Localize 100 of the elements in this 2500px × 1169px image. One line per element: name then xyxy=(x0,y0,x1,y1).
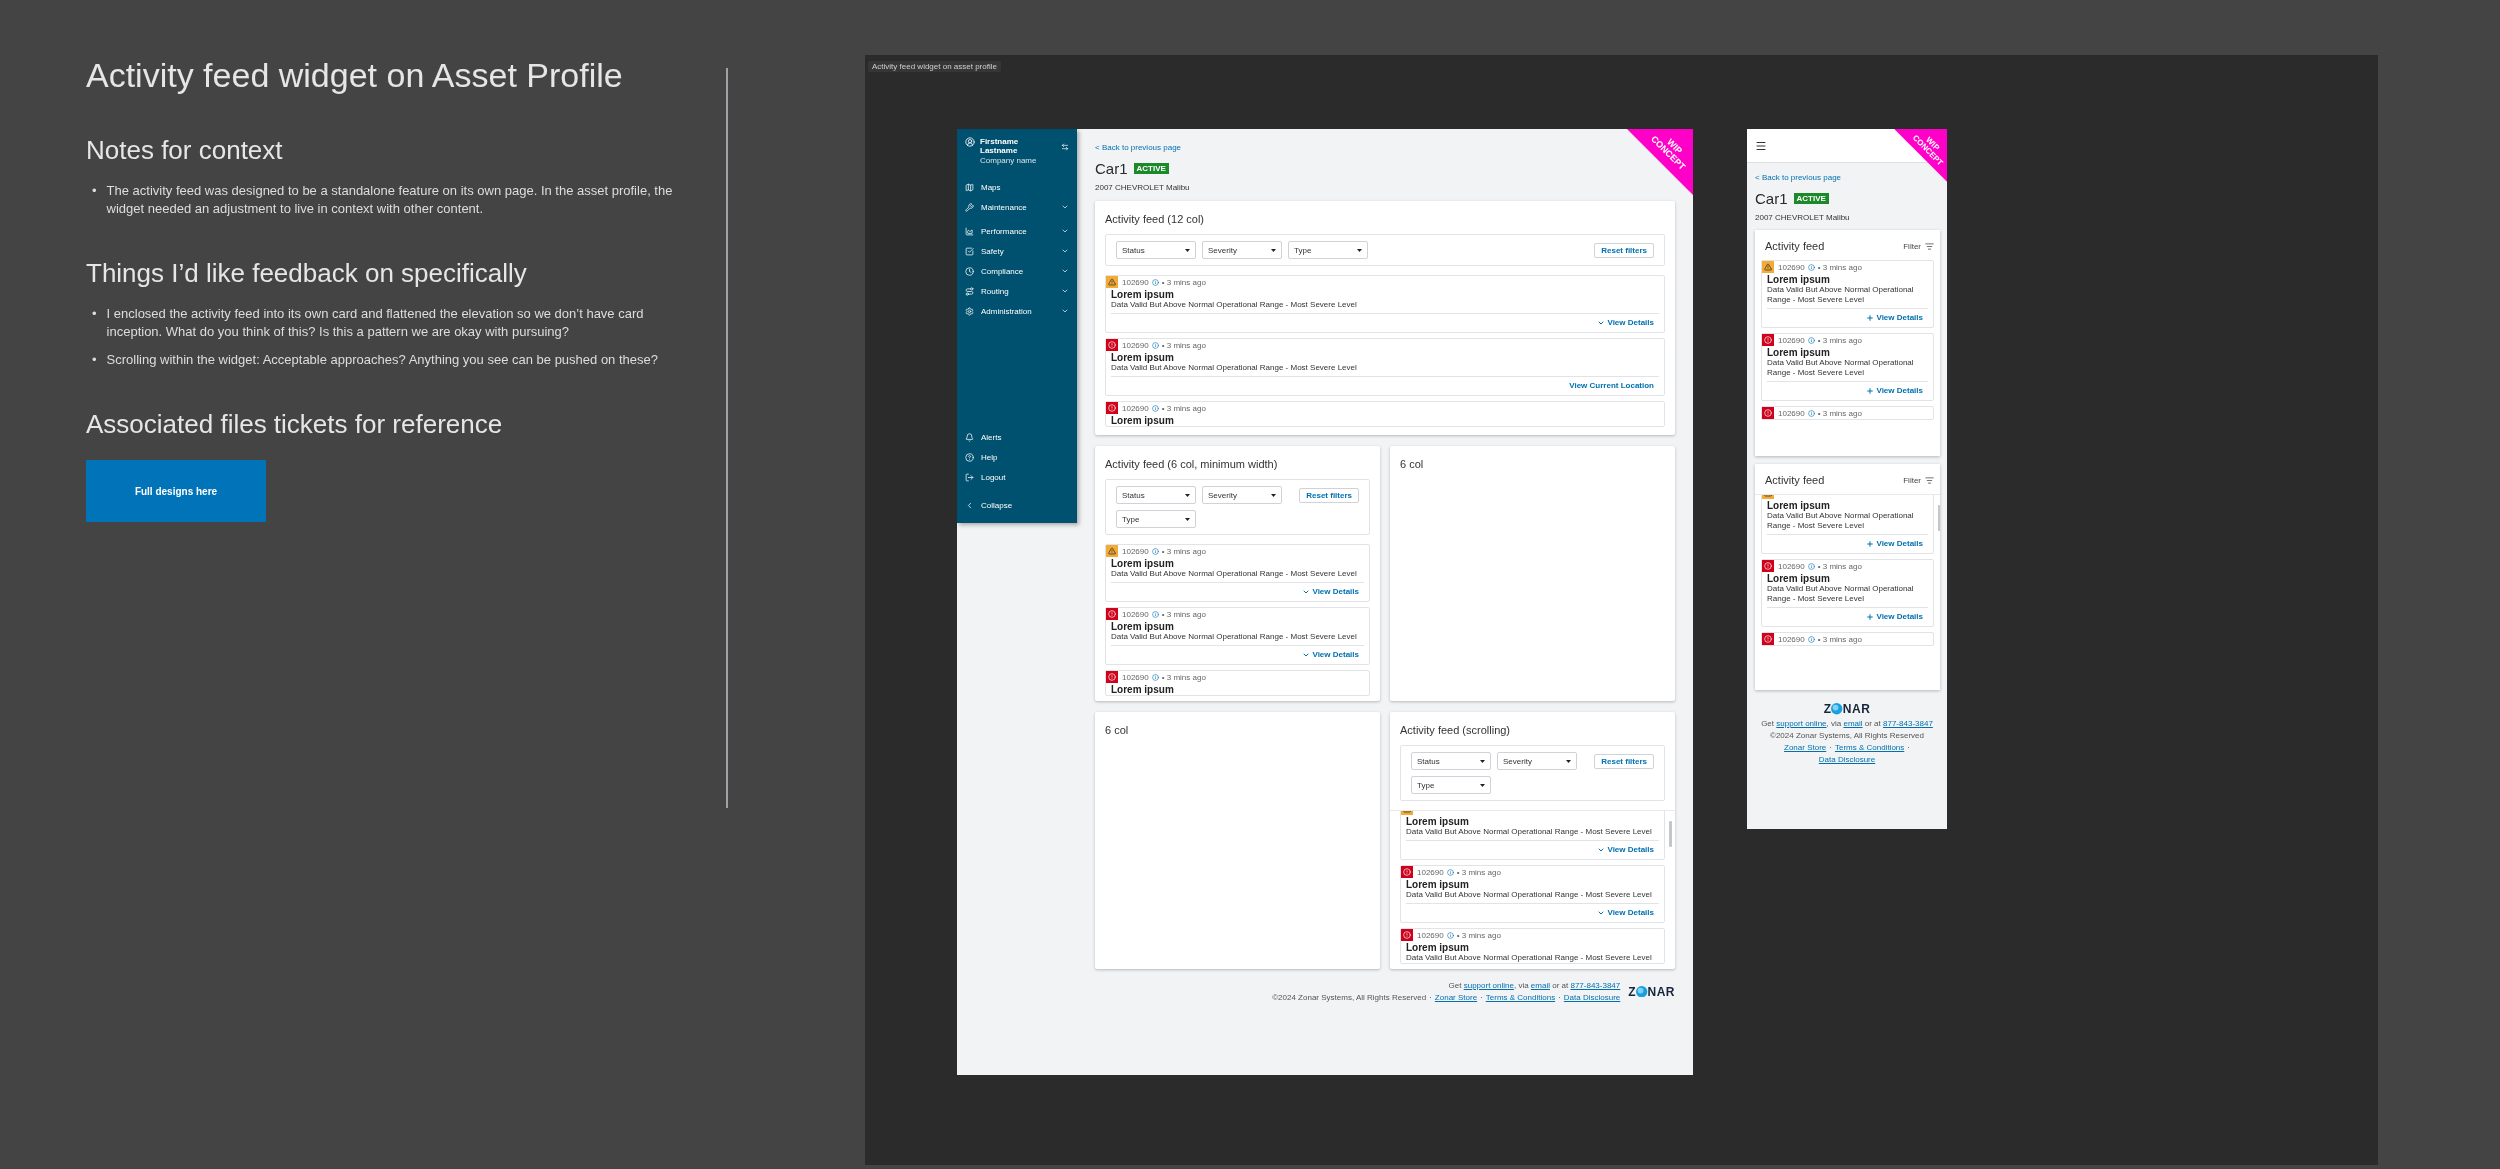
footer-link[interactable]: 877-843-3847 xyxy=(1570,981,1621,990)
caret-icon xyxy=(1480,783,1485,787)
info-icon[interactable] xyxy=(1807,635,1815,643)
event-title: Lorem ipsum xyxy=(1111,621,1175,632)
footer-link[interactable]: Terms & Conditions xyxy=(1485,993,1556,1002)
menu-icon[interactable] xyxy=(1755,139,1767,152)
action-link[interactable]: View Current Location xyxy=(1569,381,1654,390)
info-icon[interactable] xyxy=(1151,404,1159,412)
info-icon[interactable] xyxy=(1151,547,1159,555)
filter-dropdown[interactable]: Type xyxy=(1116,510,1196,528)
scrollbar-thumb[interactable] xyxy=(1669,821,1672,847)
reset-filters-button[interactable]: Reset filters xyxy=(1594,242,1654,258)
nav-item[interactable]: Maps xyxy=(965,177,1069,197)
reset-filters-button[interactable]: Reset filters xyxy=(1299,487,1359,503)
filter-dropdown[interactable]: Status xyxy=(1116,241,1196,259)
nav-item[interactable]: Performance xyxy=(965,221,1069,241)
collapse-button[interactable]: Collapse xyxy=(965,495,1069,515)
swap-icon[interactable] xyxy=(1061,143,1069,151)
card-title: Activity feed (6 col, minimum width) xyxy=(1105,458,1279,470)
nav-item[interactable]: Routing xyxy=(965,281,1069,301)
footer-link[interactable]: support online xyxy=(1463,981,1514,990)
action-link[interactable]: View Details xyxy=(1302,650,1359,659)
action-link[interactable]: View Details xyxy=(1302,587,1359,596)
footer-link[interactable]: Terms & Conditions xyxy=(1834,743,1905,752)
event-description: Data Valid But Above Normal Operational Range - Most Severe Level xyxy=(1111,632,1358,642)
status-badge: ACTIVE xyxy=(1133,163,1169,174)
card-title: Activity feed xyxy=(1765,474,1825,486)
info-icon[interactable] xyxy=(1446,931,1454,939)
asset-title: Car1 xyxy=(1755,190,1788,207)
footer-link[interactable]: 877-843-3847 xyxy=(1883,719,1933,728)
action-link[interactable]: View Details xyxy=(1597,908,1654,917)
nav-item[interactable]: Safety xyxy=(965,241,1069,261)
action-link[interactable]: View Details xyxy=(1866,313,1923,322)
footer-link[interactable]: email xyxy=(1843,719,1863,728)
event-title: Lorem ipsum xyxy=(1767,500,1831,511)
nav-item[interactable]: Help xyxy=(965,447,1069,467)
info-icon[interactable] xyxy=(1151,610,1159,618)
filter-dropdown[interactable]: Severity xyxy=(1497,752,1577,770)
brand-logo: Z NAR xyxy=(1823,702,1871,716)
event-time: • 3 mins ago xyxy=(1817,408,1862,418)
event-time: • 3 mins ago xyxy=(1161,546,1206,556)
info-icon[interactable] xyxy=(1151,341,1159,349)
separator-dot: · xyxy=(1907,743,1910,752)
section-heading: Notes for context xyxy=(86,135,283,166)
plus-icon xyxy=(1866,313,1875,322)
filter-dropdown[interactable]: Severity xyxy=(1202,241,1282,259)
action-link[interactable]: View Details xyxy=(1866,386,1923,395)
footer-link[interactable]: Zonar Store xyxy=(1784,743,1827,752)
event-id: 102690 xyxy=(1417,930,1444,940)
info-icon[interactable] xyxy=(1807,562,1815,570)
footer-link[interactable]: Zonar Store xyxy=(1434,993,1478,1002)
action-link[interactable]: View Details xyxy=(1597,318,1654,327)
user-icon xyxy=(965,137,975,147)
filter-dropdown[interactable]: Status xyxy=(1116,486,1196,504)
event-time: • 3 mins ago xyxy=(1161,277,1206,287)
info-icon[interactable] xyxy=(1151,278,1159,286)
filter-dropdown[interactable]: Status xyxy=(1411,752,1491,770)
event-id: 102690 xyxy=(1122,403,1149,413)
user-name: Firstname Lastname xyxy=(980,137,1020,155)
filter-dropdown[interactable]: Severity xyxy=(1202,486,1282,504)
back-link[interactable]: < Back to previous page xyxy=(1095,143,1182,152)
reset-filters-button[interactable]: Reset filters xyxy=(1594,753,1654,769)
event-description: Data Valid But Above Normal Operational Range - Most Severe Level xyxy=(1406,953,1653,963)
filter-dropdown[interactable]: Type xyxy=(1288,241,1368,259)
caret-icon xyxy=(1185,248,1190,252)
filter-button[interactable]: Filter xyxy=(1903,241,1934,251)
action-link[interactable]: View Details xyxy=(1866,612,1923,621)
filter-button[interactable]: Filter xyxy=(1903,475,1934,485)
footer-link[interactable]: Data Disclosure xyxy=(1818,755,1876,764)
card-title: Activity feed (scrolling) xyxy=(1400,724,1512,736)
info-icon[interactable] xyxy=(1446,868,1454,876)
event-title: Lorem ipsum xyxy=(1767,347,1831,358)
event-id: 102690 xyxy=(1122,277,1149,287)
nav-item[interactable]: Administration xyxy=(965,301,1069,321)
info-icon[interactable] xyxy=(1807,409,1815,417)
company-name: Company name xyxy=(980,156,1038,165)
event-time: • 3 mins ago xyxy=(1817,262,1862,272)
info-icon[interactable] xyxy=(1807,263,1815,271)
plus-icon xyxy=(1866,386,1875,395)
copyright-text: ©2024 Zonar Systems, All Rights Reserved xyxy=(1770,731,1924,740)
event-id: 102690 xyxy=(1778,561,1805,571)
nav-item[interactable]: Logout xyxy=(965,467,1069,487)
separator-dot: · xyxy=(1829,743,1832,752)
info-icon[interactable] xyxy=(1151,673,1159,681)
back-link[interactable]: < Back to previous page xyxy=(1755,173,1842,182)
filter-dropdown[interactable]: Type xyxy=(1411,776,1491,794)
nav-item[interactable]: Maintenance xyxy=(965,197,1069,217)
footer-link[interactable]: email xyxy=(1530,981,1550,990)
separator-dot: · xyxy=(1558,993,1561,1002)
footer-link[interactable]: Data Disclosure xyxy=(1563,993,1621,1002)
event-title: Lorem ipsum xyxy=(1111,684,1175,695)
footer-link[interactable]: support online xyxy=(1776,719,1827,728)
event-title: Lorem ipsum xyxy=(1406,942,1470,953)
nav-item[interactable]: Compliance xyxy=(965,261,1069,281)
nav-item[interactable]: Alerts xyxy=(965,427,1069,447)
event-title: Lorem ipsum xyxy=(1767,274,1831,285)
action-link[interactable]: View Details xyxy=(1866,539,1923,548)
designs-button[interactable]: Full designs here xyxy=(86,460,266,522)
action-link[interactable]: View Details xyxy=(1597,845,1654,854)
info-icon[interactable] xyxy=(1807,336,1815,344)
